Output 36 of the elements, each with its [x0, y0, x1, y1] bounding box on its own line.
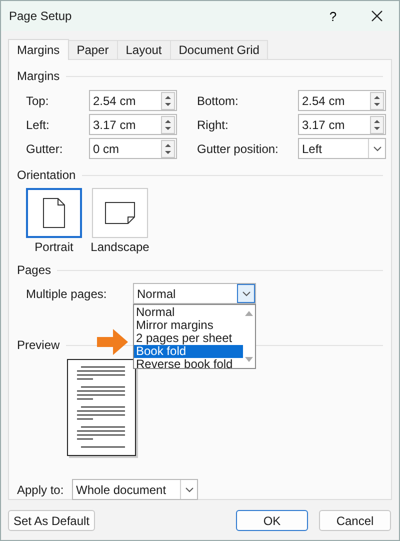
dropdown[interactable]: Normal — [133, 283, 256, 304]
dropdown[interactable]: Left — [298, 138, 386, 159]
spin-field[interactable]: 3.17 cm — [89, 114, 177, 135]
window-title: Page Setup — [9, 9, 72, 23]
field-label: Right: — [197, 118, 230, 132]
tab[interactable]: Layout — [116, 40, 171, 59]
field-label: Gutter position: — [197, 142, 280, 156]
field-label: Left: — [26, 118, 50, 132]
tab[interactable]: Margins — [8, 39, 69, 60]
field-label: Multiple pages: — [26, 286, 108, 300]
tab[interactable]: Paper — [68, 40, 118, 59]
spin-field[interactable]: 2.54 cm — [89, 90, 177, 111]
list-item[interactable]: 2 pages per sheet — [134, 332, 243, 345]
option-label: Portrait — [34, 240, 74, 254]
list-item[interactable]: Mirror margins — [134, 319, 243, 332]
tab[interactable]: Document Grid — [170, 40, 268, 59]
field-label: Gutter: — [26, 142, 64, 156]
spin-field[interactable]: 0 cm — [89, 138, 177, 159]
dialog-button[interactable]: Set As Default — [8, 510, 95, 531]
option-label: Landscape — [90, 240, 150, 254]
section-heading: Preview — [17, 338, 60, 352]
section-heading: Pages — [17, 263, 52, 277]
help-button[interactable]: ? — [311, 1, 355, 31]
field-label: Top: — [26, 94, 50, 108]
spin-field[interactable]: 2.54 cm — [298, 90, 386, 111]
spin-field[interactable]: 3.17 cm — [298, 114, 386, 135]
list-item[interactable]: Book fold — [134, 345, 243, 358]
field-label: Apply to: — [17, 482, 65, 496]
list-item[interactable]: Reverse book fold — [134, 358, 243, 371]
section-heading: Margins — [17, 69, 60, 83]
list-item[interactable]: Normal — [134, 306, 243, 319]
field-label: Bottom: — [197, 94, 240, 108]
dialog-button[interactable]: Cancel — [319, 510, 391, 531]
section-heading: Orientation — [17, 168, 76, 182]
dropdown[interactable]: Whole document — [72, 479, 198, 500]
dialog-button[interactable]: OK — [236, 510, 308, 531]
